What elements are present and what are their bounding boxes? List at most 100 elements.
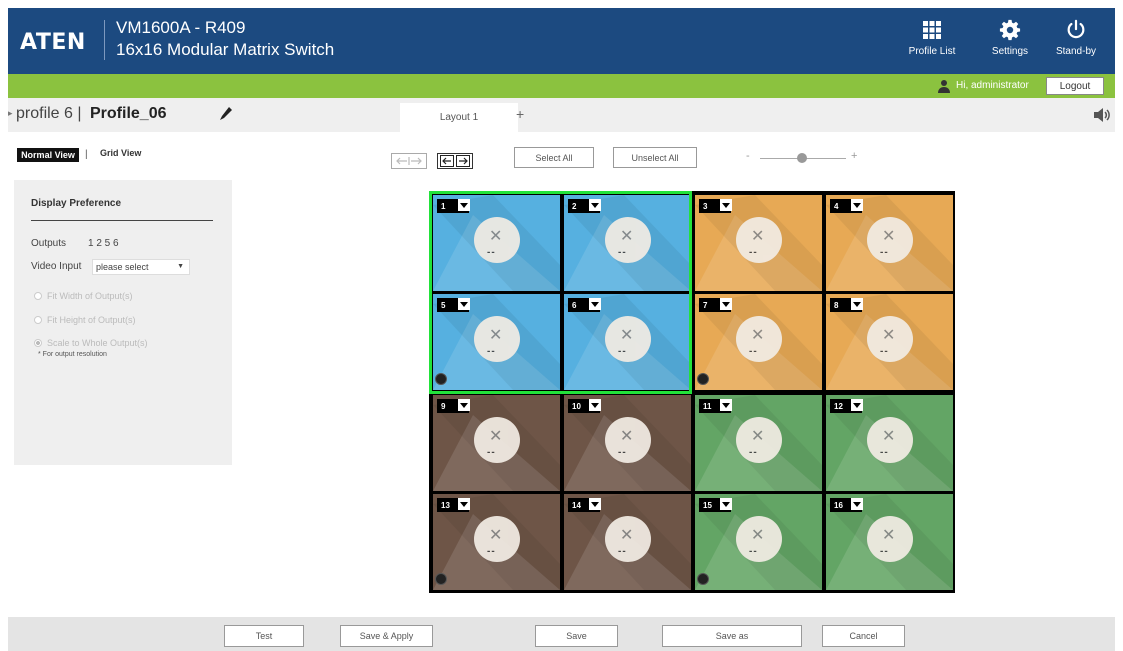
output-cell[interactable]: 16 ✕ --	[826, 494, 953, 590]
source-label: --	[618, 546, 627, 557]
tab-layout-1[interactable]: Layout 1	[400, 103, 518, 132]
zoom-slider-handle[interactable]	[797, 153, 807, 163]
chevron-down-icon[interactable]	[458, 199, 470, 211]
chevron-down-icon[interactable]	[589, 399, 601, 411]
output-cell[interactable]: 12 ✕ --	[826, 395, 953, 491]
output-cell[interactable]: 11 ✕ --	[695, 395, 822, 491]
video-input-value: please select	[96, 262, 149, 272]
radio-button[interactable]	[34, 292, 42, 300]
unselect-all-button[interactable]: Unselect All	[613, 147, 697, 168]
chevron-down-icon[interactable]	[851, 199, 863, 211]
expand-arrow-icon[interactable]: ▸	[8, 108, 13, 119]
output-cell[interactable]: 14 ✕ --	[564, 494, 691, 590]
no-signal-x-icon: ✕	[882, 228, 896, 245]
split-layout-button[interactable]	[391, 153, 427, 169]
chevron-down-icon[interactable]	[720, 498, 732, 510]
output-cell[interactable]: 7 ✕ --	[695, 294, 822, 390]
chevron-down-icon[interactable]	[589, 298, 601, 310]
display-preference-panel: Display Preference Outputs 1 2 5 6 Video…	[14, 180, 232, 465]
radio-button[interactable]	[34, 339, 42, 347]
edit-pencil-icon[interactable]	[220, 107, 232, 126]
chevron-down-icon: ▼	[177, 263, 184, 270]
view-separator: |	[85, 149, 88, 160]
output-cell[interactable]: 3 ✕ --	[695, 195, 822, 291]
profile-bar: ▸ profile 6 | Profile_06 Layout 1 +	[8, 98, 1115, 132]
cancel-button[interactable]: Cancel	[822, 625, 905, 647]
output-cell[interactable]: 4 ✕ --	[826, 195, 953, 291]
chevron-down-icon[interactable]	[720, 399, 732, 411]
panel-title: Display Preference	[31, 198, 122, 209]
scale-whole-option[interactable]: Scale to Whole Output(s)	[34, 338, 148, 348]
save-apply-button[interactable]: Save & Apply	[340, 625, 433, 647]
no-signal-x-icon: ✕	[489, 327, 503, 344]
no-source-indicator: ✕ --	[605, 316, 651, 362]
chevron-down-icon[interactable]	[851, 498, 863, 510]
no-source-indicator: ✕ --	[474, 516, 520, 562]
chevron-down-icon[interactable]	[458, 498, 470, 510]
speaker-icon[interactable]	[1094, 108, 1112, 127]
outputs-label: Outputs	[31, 238, 67, 249]
chevron-down-icon[interactable]	[458, 399, 470, 411]
output-cell[interactable]: 6 ✕ --	[564, 294, 691, 390]
no-source-indicator: ✕ --	[736, 316, 782, 362]
chevron-down-icon[interactable]	[589, 199, 601, 211]
no-source-indicator: ✕ --	[867, 417, 913, 463]
add-layout-button[interactable]: +	[516, 106, 524, 122]
chevron-down-icon[interactable]	[720, 199, 732, 211]
chevron-down-icon[interactable]	[720, 298, 732, 310]
fit-height-option[interactable]: Fit Height of Output(s)	[34, 315, 136, 325]
profile-list-button[interactable]: Profile List	[904, 16, 960, 68]
group-ungroup-icon[interactable]	[435, 373, 447, 385]
output-cell[interactable]: 13 ✕ --	[433, 494, 560, 590]
group-ungroup-icon[interactable]	[435, 573, 447, 585]
no-signal-x-icon: ✕	[489, 428, 503, 445]
video-input-select[interactable]: please select ▼	[92, 259, 190, 275]
no-signal-x-icon: ✕	[882, 428, 896, 445]
merge-arrows-icon	[440, 155, 470, 167]
no-signal-x-icon: ✕	[620, 527, 634, 544]
grid-view-button[interactable]: Grid View	[100, 148, 141, 158]
no-signal-x-icon: ✕	[751, 327, 765, 344]
output-cell[interactable]: 1 ✕ --	[433, 195, 560, 291]
logout-button[interactable]: Logout	[1046, 77, 1104, 95]
chevron-down-icon[interactable]	[458, 298, 470, 310]
source-label: --	[487, 546, 496, 557]
zoom-out-button[interactable]: -	[746, 150, 750, 162]
save-as-button[interactable]: Save as	[662, 625, 802, 647]
source-label: --	[487, 346, 496, 357]
merge-layout-button[interactable]	[437, 153, 473, 169]
no-source-indicator: ✕ --	[867, 516, 913, 562]
option-label: Fit Height of Output(s)	[47, 315, 136, 325]
output-cell[interactable]: 8 ✕ --	[826, 294, 953, 390]
output-cell[interactable]: 9 ✕ --	[433, 395, 560, 491]
source-label: --	[618, 247, 627, 258]
settings-button[interactable]: Settings	[982, 16, 1038, 68]
save-button[interactable]: Save	[535, 625, 618, 647]
test-button[interactable]: Test	[224, 625, 304, 647]
standby-label: Stand-by	[1055, 46, 1097, 57]
group-ungroup-icon[interactable]	[697, 373, 709, 385]
no-source-indicator: ✕ --	[736, 217, 782, 263]
chevron-down-icon[interactable]	[589, 498, 601, 510]
standby-button[interactable]: Stand-by	[1048, 16, 1104, 68]
no-signal-x-icon: ✕	[751, 527, 765, 544]
output-cell[interactable]: 5 ✕ --	[433, 294, 560, 390]
normal-view-button[interactable]: Normal View	[17, 148, 79, 162]
outputs-value: 1 2 5 6	[88, 238, 119, 249]
zoom-in-button[interactable]: +	[851, 150, 857, 162]
app-header: ATEN VM1600A - R409 16x16 Modular Matrix…	[8, 8, 1115, 74]
select-all-button[interactable]: Select All	[514, 147, 594, 168]
output-cell[interactable]: 15 ✕ --	[695, 494, 822, 590]
output-cell[interactable]: 2 ✕ --	[564, 195, 691, 291]
device-model: VM1600A - R409	[116, 18, 246, 37]
power-icon	[1048, 16, 1104, 44]
no-signal-x-icon: ✕	[620, 428, 634, 445]
chevron-down-icon[interactable]	[851, 298, 863, 310]
user-greeting: Hi, administrator	[956, 80, 1029, 91]
chevron-down-icon[interactable]	[851, 399, 863, 411]
radio-button[interactable]	[34, 316, 42, 324]
group-ungroup-icon[interactable]	[697, 573, 709, 585]
output-cell[interactable]: 10 ✕ --	[564, 395, 691, 491]
fit-width-option[interactable]: Fit Width of Output(s)	[34, 291, 133, 301]
source-label: --	[749, 346, 758, 357]
